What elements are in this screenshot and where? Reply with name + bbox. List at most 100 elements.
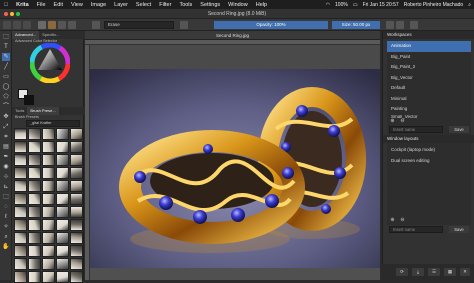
brush-preset-thumbnail[interactable] [28, 180, 41, 192]
brush-preset-thumbnail[interactable] [70, 141, 83, 153]
canvas-scroll-area[interactable] [90, 268, 380, 280]
clock[interactable]: Fri Jan 15 20:57 [363, 2, 399, 8]
magic-wand-icon[interactable]: ✧ [2, 223, 10, 231]
window-layout-item[interactable]: Cockpit (laptop mode) [387, 145, 471, 156]
save-workspace-button[interactable]: Save [449, 126, 469, 133]
gradient-tool-icon[interactable]: ▤ [2, 143, 10, 151]
brush-preset-thumbnail[interactable] [28, 245, 41, 257]
brush-preset-thumbnail[interactable] [42, 271, 55, 283]
brush-preset-thumbnail[interactable] [56, 258, 69, 270]
gradient-selector[interactable] [38, 21, 46, 29]
brush-preset-thumbnail[interactable] [14, 219, 27, 231]
brush-preset-thumbnail[interactable] [70, 206, 83, 218]
tab-specific-color[interactable]: Specific... [39, 31, 62, 39]
opacity-slider[interactable]: Opacity: 100% [214, 21, 328, 29]
window-layout-item[interactable]: Dual screen editing [387, 156, 471, 167]
wifi-icon[interactable]: ◠ [326, 2, 330, 8]
minimize-window-button[interactable] [10, 12, 14, 16]
brush-preset-thumbnail[interactable] [42, 128, 55, 140]
brush-preset-thumbnail[interactable] [56, 180, 69, 192]
brush-preset-thumbnail[interactable] [28, 154, 41, 166]
brush-preset-thumbnail[interactable] [56, 154, 69, 166]
brush-preset-thumbnail[interactable] [70, 180, 83, 192]
brush-preset-thumbnail[interactable] [42, 167, 55, 179]
workspace-name-input[interactable]: Insert name [389, 126, 443, 133]
mirror-horizontal-icon[interactable] [386, 21, 394, 29]
brush-preset-thumbnail[interactable] [56, 128, 69, 140]
brush-tag-select[interactable]: _gital Krafter [26, 120, 80, 127]
brush-preset-thumbnail[interactable] [70, 154, 83, 166]
brush-preset-thumbnail[interactable] [28, 128, 41, 140]
menu-filter[interactable]: Filter [159, 2, 171, 8]
brush-preset-thumbnail[interactable] [14, 154, 27, 166]
brush-preset-thumbnail[interactable] [56, 167, 69, 179]
workspace-item[interactable]: Big_Paint [387, 52, 471, 63]
menu-file[interactable]: File [37, 2, 46, 8]
menu-view[interactable]: View [71, 2, 83, 8]
color-picker-icon[interactable]: ✒ [2, 153, 10, 161]
menu-tools[interactable]: Tools [179, 2, 192, 8]
layout-name-input[interactable]: Insert name [389, 226, 443, 233]
menu-help[interactable]: Help [256, 2, 267, 8]
workspace-item[interactable]: Default [387, 83, 471, 94]
brush-preset-thumbnail[interactable] [28, 232, 41, 244]
brush-preset-thumbnail[interactable] [70, 219, 83, 231]
workspace-item[interactable]: Painting [387, 104, 471, 115]
polygon-tool-icon[interactable]: ⬠ [2, 93, 10, 101]
status-download-icon[interactable]: ⤓ [412, 268, 424, 276]
wrap-around-icon[interactable] [410, 21, 418, 29]
move-tool-icon[interactable]: ✥ [2, 113, 10, 121]
rings-image[interactable] [90, 69, 380, 268]
brush-preset-thumbnail[interactable] [42, 180, 55, 192]
brush-preset-thumbnail[interactable] [14, 258, 27, 270]
bezier-tool-icon[interactable]: ⌒ [2, 103, 10, 111]
brush-preset-thumbnail[interactable] [14, 232, 27, 244]
status-close-icon[interactable]: ✕ [460, 268, 470, 276]
menu-app-name[interactable]: Krita [16, 2, 29, 8]
brush-preset-thumbnail[interactable] [42, 232, 55, 244]
zoom-window-button[interactable] [16, 12, 20, 16]
menu-settings[interactable]: Settings [200, 2, 220, 8]
apple-icon[interactable]:  [4, 2, 8, 8]
save-layout-button[interactable]: Save [449, 226, 469, 233]
add-workspace-icon[interactable]: ⊕ [389, 118, 396, 124]
document-tab[interactable]: Second Ring.jpg [85, 31, 380, 40]
brush-preset-thumbnail[interactable] [70, 167, 83, 179]
brush-preset-thumbnail[interactable] [14, 128, 27, 140]
ellipse-select-icon[interactable]: ◌ [2, 203, 10, 211]
measure-tool-icon[interactable]: ⊾ [2, 183, 10, 191]
ellipse-tool-icon[interactable]: ◯ [2, 83, 10, 91]
brush-preset-thumbnail[interactable] [28, 141, 41, 153]
save-document-icon[interactable] [23, 21, 31, 29]
workspace-item[interactable]: Big_Vector [387, 73, 471, 84]
user-name[interactable]: Roberto Pinheiro Machado [404, 2, 463, 8]
brush-preset-thumbnail[interactable] [28, 271, 41, 283]
workspace-item[interactable]: Animation [387, 41, 471, 52]
brush-preset-thumbnail[interactable] [14, 167, 27, 179]
brush-preset-thumbnail[interactable] [28, 219, 41, 231]
blend-mode-select[interactable]: Erase [104, 21, 174, 29]
brush-preset-thumbnail[interactable] [28, 193, 41, 205]
tab-advanced-color[interactable]: Advanced... [12, 31, 40, 39]
add-layout-icon[interactable]: ⊕ [389, 217, 396, 223]
lasso-select-icon[interactable]: ℓ [2, 213, 10, 221]
brush-preset-thumbnail[interactable] [56, 232, 69, 244]
menu-layer[interactable]: Layer [114, 2, 128, 8]
menu-image[interactable]: Image [91, 2, 106, 8]
workspace-item[interactable]: Big_Paint_2 [387, 62, 471, 73]
line-tool-icon[interactable]: ╱ [2, 63, 10, 71]
brush-preset-thumbnail[interactable] [14, 141, 27, 153]
brush-preset-thumbnail[interactable] [70, 271, 83, 283]
brush-preset-thumbnail[interactable] [42, 206, 55, 218]
brush-preset-thumbnail[interactable] [28, 167, 41, 179]
workspace-item[interactable]: Minimal [387, 94, 471, 105]
brush-preset-thumbnail[interactable] [14, 180, 27, 192]
brush-preset-thumbnail[interactable] [14, 271, 27, 283]
menu-select[interactable]: Select [136, 2, 151, 8]
menu-edit[interactable]: Edit [54, 2, 63, 8]
brush-preset-thumbnail[interactable] [56, 271, 69, 283]
brush-preset-thumbnail[interactable] [42, 258, 55, 270]
fill-tool-icon[interactable]: ◉ [2, 163, 10, 171]
brush-preset-thumbnail[interactable] [28, 206, 41, 218]
open-document-icon[interactable] [13, 21, 21, 29]
